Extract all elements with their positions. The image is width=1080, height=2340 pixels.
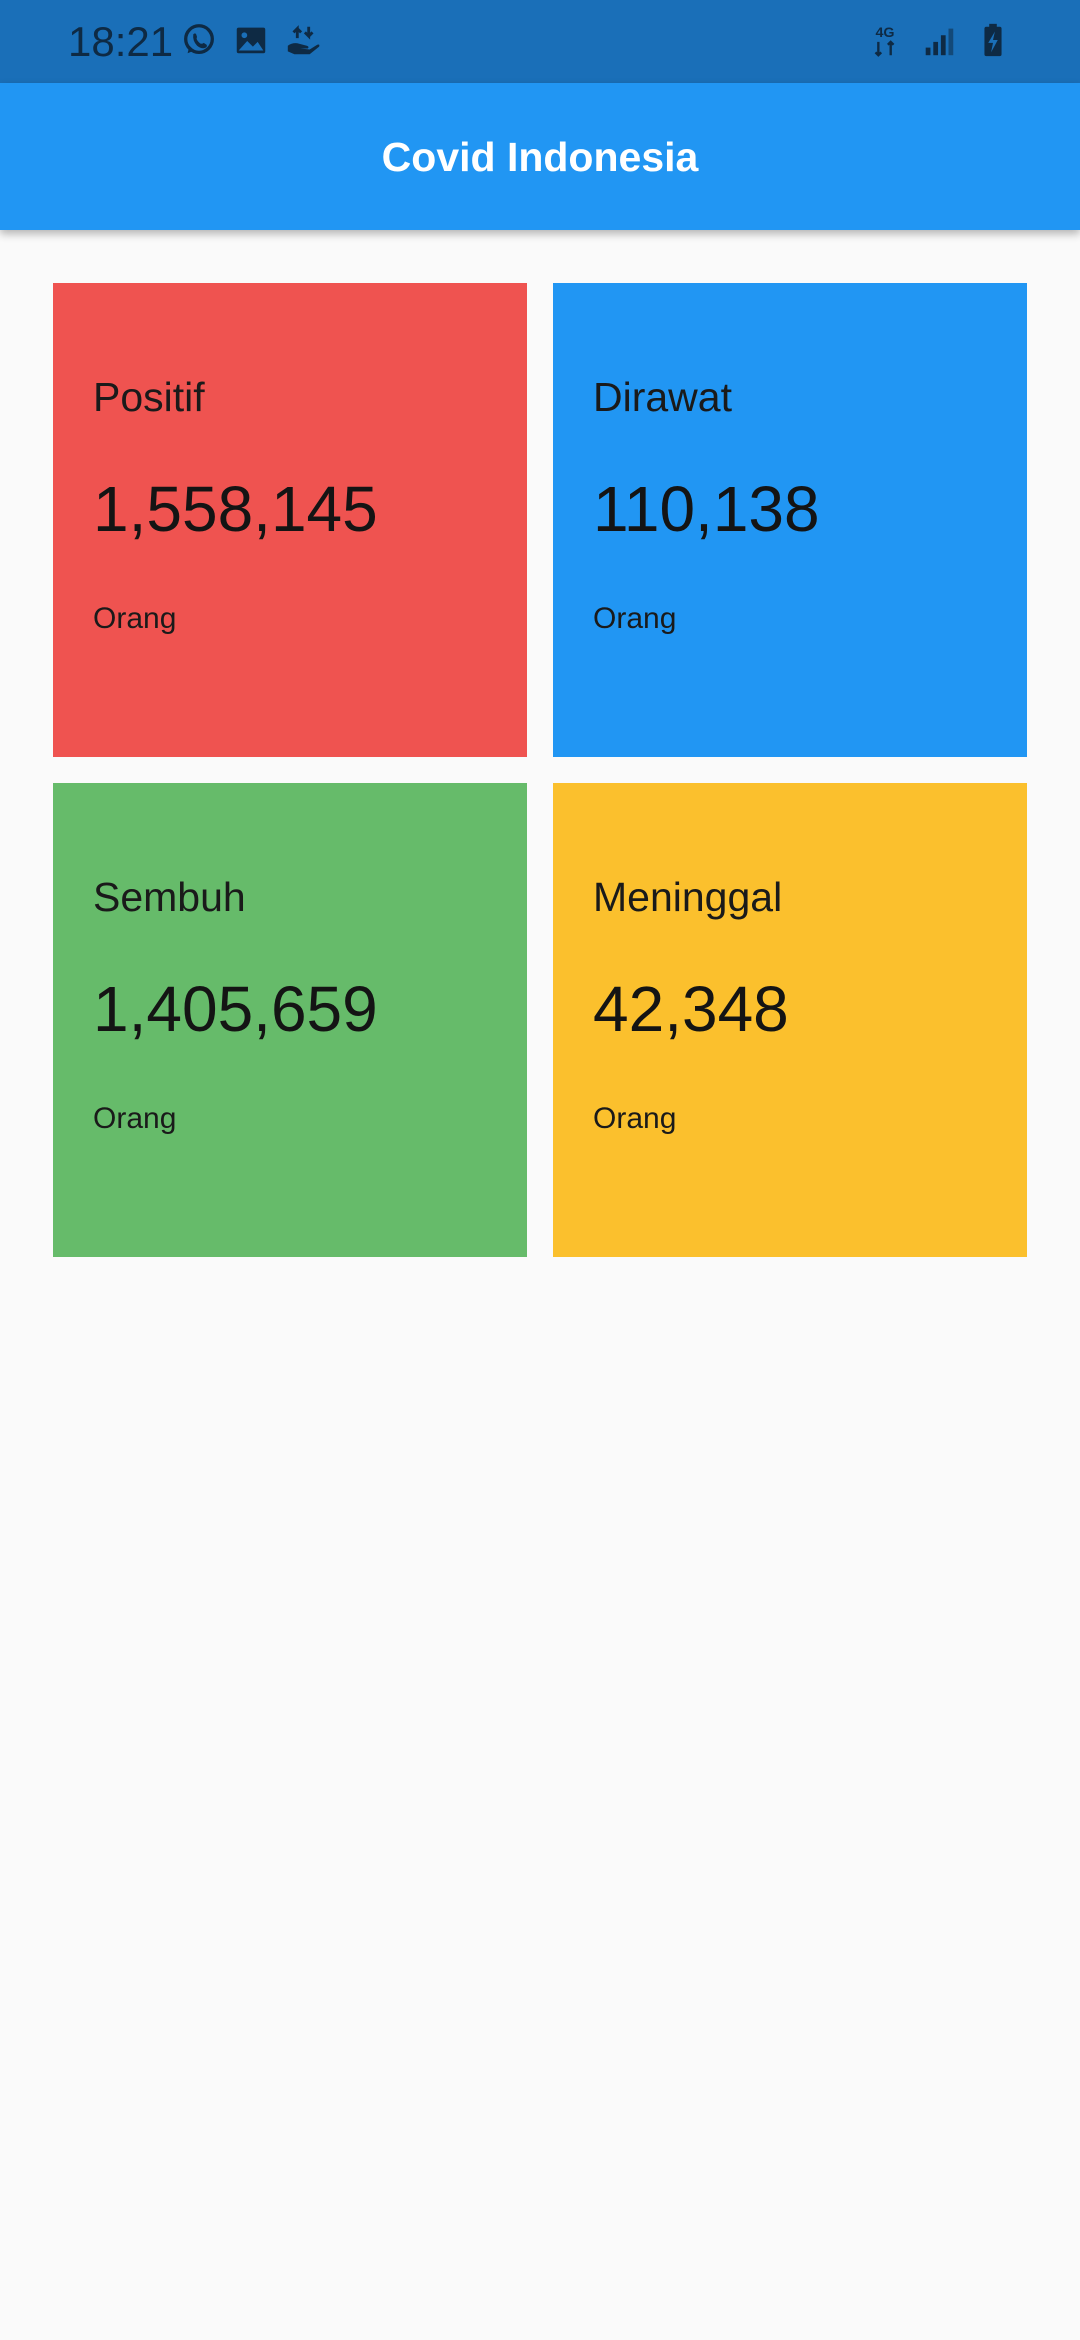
network-4g-icon: 4G	[874, 25, 895, 57]
image-icon	[236, 27, 266, 54]
card-positif: Positif 1,558,145 Orang	[53, 283, 527, 757]
app-title: Covid Indonesia	[381, 134, 699, 180]
status-bar: 18:21 4G	[0, 0, 1080, 83]
card-unit: Orang	[93, 1102, 177, 1135]
card-unit: Orang	[93, 602, 177, 635]
card-dirawat: Dirawat 110,138 Orang	[553, 283, 1027, 757]
app-bar: Covid Indonesia	[0, 83, 1080, 230]
battery-charging-icon	[984, 23, 1002, 57]
card-value: 42,348	[593, 973, 789, 1045]
card-unit: Orang	[593, 1102, 677, 1135]
status-time: 18:21	[68, 18, 174, 65]
card-value: 110,138	[593, 473, 820, 545]
card-label: Dirawat	[593, 374, 732, 420]
signal-icon	[925, 28, 954, 56]
card-unit: Orang	[593, 602, 677, 635]
whatsapp-icon	[184, 24, 214, 55]
hand-transfer-icon	[287, 25, 320, 55]
card-label: Meninggal	[593, 874, 783, 920]
status-icons-left	[180, 20, 322, 60]
card-value: 1,558,145	[93, 473, 378, 545]
card-meninggal: Meninggal 42,348 Orang	[553, 783, 1027, 1257]
card-sembuh: Sembuh 1,405,659 Orang	[53, 783, 527, 1257]
card-label: Positif	[93, 374, 205, 420]
svg-text:4G: 4G	[875, 25, 894, 41]
card-label: Sembuh	[93, 874, 246, 920]
card-value: 1,405,659	[93, 973, 378, 1045]
status-icons-right: 4G	[866, 20, 1012, 60]
